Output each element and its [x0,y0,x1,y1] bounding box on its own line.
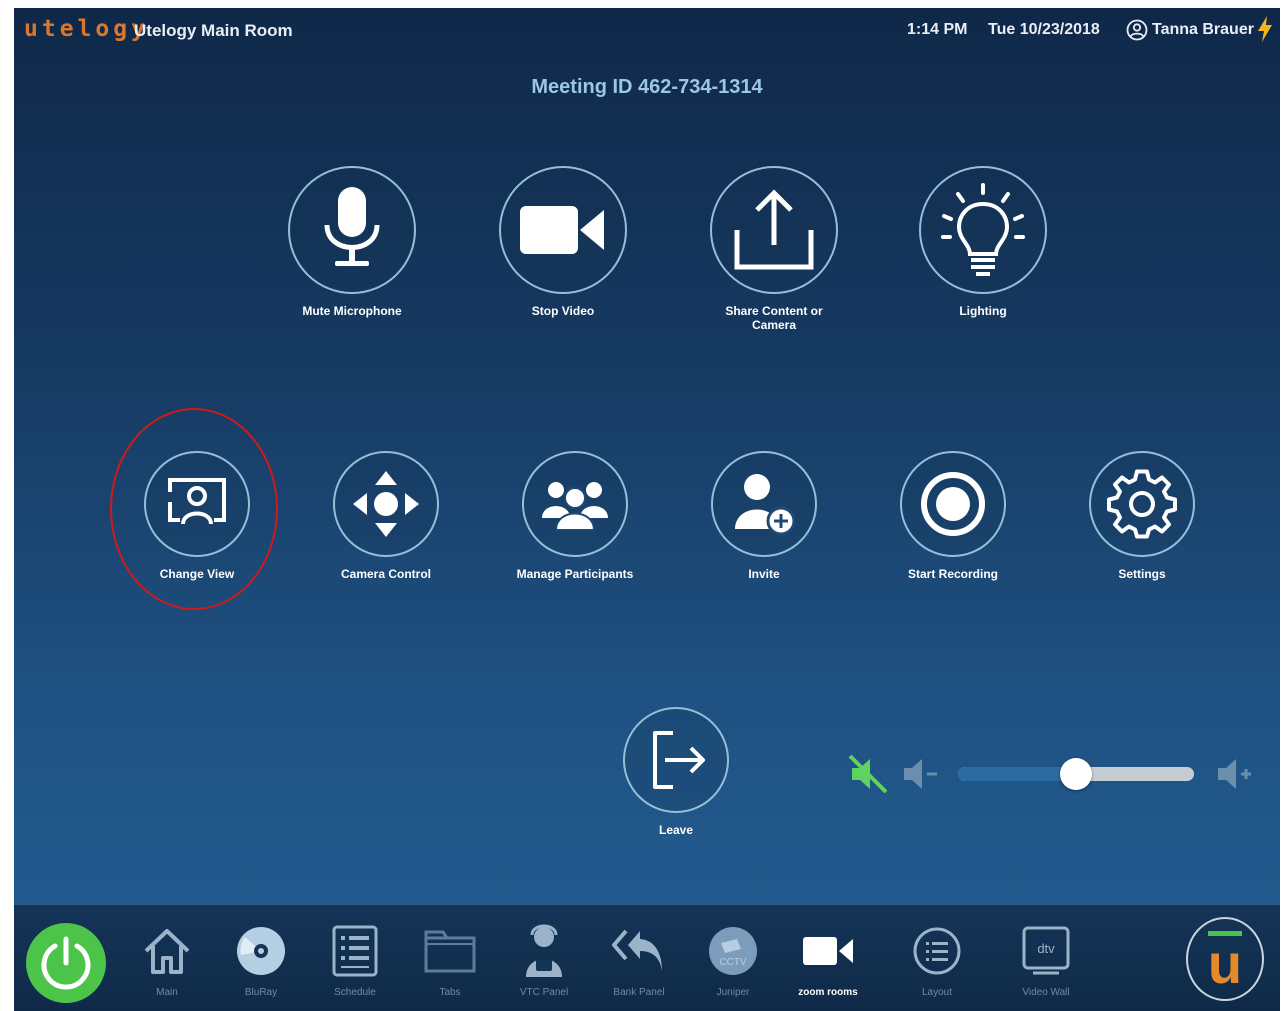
volume-slider-knob[interactable] [1060,758,1092,790]
microphone-icon [324,187,380,266]
volume-up-icon[interactable] [1216,756,1256,792]
share-upload-icon [734,189,814,270]
nav-item-video-wall[interactable]: dtv Video Wall [1004,923,1088,998]
disc-icon [237,927,285,975]
svg-text:dtv: dtv [1037,941,1055,956]
invite-button[interactable]: Invite [696,451,832,581]
nav-item-schedule[interactable]: Schedule [313,923,397,998]
vtc-agent-icon [526,924,562,977]
lighting-button[interactable]: Lighting [908,166,1058,318]
mute-speaker-icon[interactable] [848,754,888,794]
change-view-icon [168,478,226,525]
nav-item-bluray[interactable]: BluRay [219,923,303,998]
video-camera-icon [520,206,604,254]
nav-item-vtc-panel[interactable]: VTC Panel [502,923,586,998]
change-view-button[interactable]: Change View [129,451,265,581]
nav-item-juniper[interactable]: CCTV Juniper [691,923,775,998]
clock-time: 1:14 PM [907,21,968,38]
utelogy-u-icon: u [1208,931,1242,989]
svg-text:CCTV: CCTV [719,957,747,968]
room-name: Utelogy Main Room [134,21,293,40]
power-bolt-icon [1258,16,1272,42]
leave-button[interactable]: Leave [608,707,744,837]
start-recording-button[interactable]: Start Recording [885,451,1021,581]
nav-item-bank-panel[interactable]: Bank Panel [597,923,681,998]
exit-icon [653,731,705,789]
utelogy-logo: utelogy [24,16,149,42]
video-camera-icon [803,937,853,965]
nav-item-layout[interactable]: Layout [895,923,979,998]
manage-participants-button[interactable]: Manage Participants [507,451,643,581]
meeting-id: Meeting ID 462-734-1314 [531,76,763,98]
schedule-list-icon [332,925,378,977]
invite-user-icon [735,474,796,536]
user-avatar-icon [1126,19,1148,41]
settings-button[interactable]: Settings [1074,451,1210,581]
folder-tabs-icon [424,930,476,973]
share-content-button[interactable]: Share Content or Camera [699,166,849,332]
nav-item-zoom-rooms[interactable]: zoom rooms [786,923,870,998]
cctv-icon: CCTV [709,927,757,975]
volume-down-icon[interactable] [902,756,942,792]
app-window: utelogy Utelogy Main Room 1:14 PM Tue 10… [14,8,1280,1011]
clock-date: Tue 10/23/2018 [988,21,1100,38]
volume-slider-fill [958,767,1076,781]
user-menu[interactable]: Tanna Brauer [1126,17,1254,43]
user-name: Tanna Brauer [1152,21,1254,38]
stop-video-button[interactable]: Stop Video [488,166,638,318]
power-icon [41,936,91,990]
nav-item-main[interactable]: Main [125,923,209,998]
camera-control-dpad-icon [353,471,419,537]
nav-item-tabs[interactable]: Tabs [408,923,492,998]
bottom-nav-bar: Main BluRay Schedule Tabs VTC Panel Bank… [14,904,1280,1011]
camera-control-button[interactable]: Camera Control [318,451,454,581]
lightbulb-icon [941,183,1025,276]
gear-icon [1107,469,1177,539]
svg-text:u: u [1208,932,1242,989]
participants-icon [542,482,608,531]
dtv-icon: dtv [1022,926,1070,975]
reply-all-icon [612,929,662,971]
record-icon [921,472,985,536]
utelogy-u-logo[interactable]: u [1186,917,1264,1001]
layout-list-icon [913,927,961,975]
mute-microphone-button[interactable]: Mute Microphone [277,166,427,318]
power-button[interactable] [26,923,106,1003]
home-icon [144,929,190,974]
